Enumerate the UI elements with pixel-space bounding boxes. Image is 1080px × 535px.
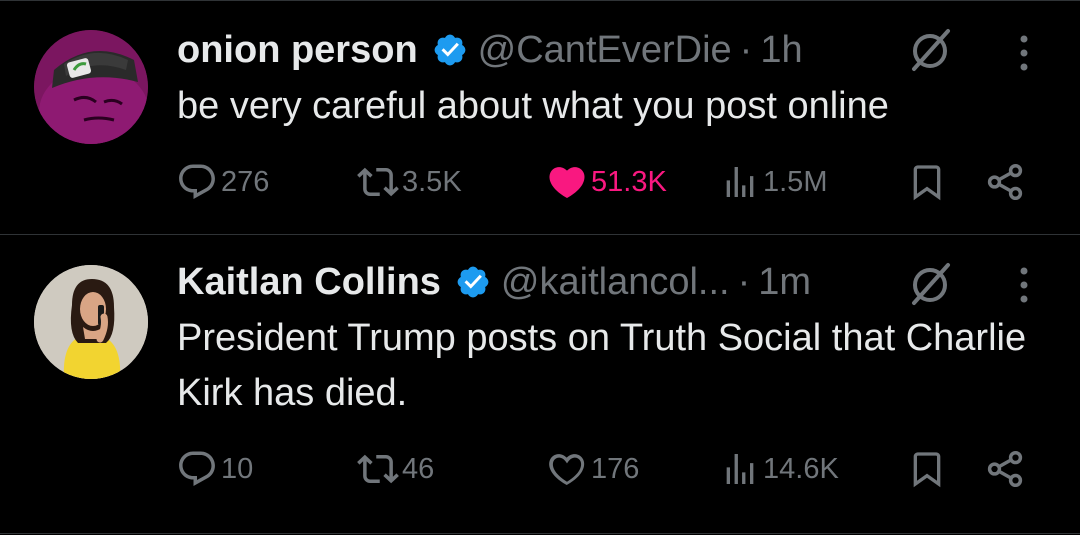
views-button[interactable]: 1.5M [720,157,827,207]
like-button[interactable]: 51.3K [546,157,667,207]
share-icon [987,163,1023,201]
author-name[interactable]: Kaitlan Collins [177,261,441,304]
like-count: 51.3K [591,165,667,198]
reply-count: 10 [221,452,254,485]
reply-icon [179,164,215,199]
bookmark-icon [913,452,941,488]
retweet-count: 3.5K [402,165,462,198]
share-button[interactable] [984,157,1026,207]
verified-badge-icon [457,266,489,298]
bookmark-icon [913,165,941,201]
avatar[interactable] [34,265,148,379]
like-button[interactable]: 176 [546,444,639,494]
bookmark-button[interactable] [907,157,947,207]
separator-dot: · [737,260,751,303]
views-button[interactable]: 14.6K [720,444,839,494]
avatar[interactable] [34,30,148,144]
author-handle[interactable]: @kaitlancol... [501,261,730,304]
grok-icon[interactable] [903,257,957,311]
more-icon[interactable] [1017,265,1031,305]
views-count: 1.5M [763,165,828,198]
tweet-header: onion person @CantEverDie · 1h [177,25,803,75]
timestamp[interactable]: 1h [760,29,802,72]
tweet-item[interactable]: onion person @CantEverDie · 1h be very c… [0,0,1080,235]
verified-badge-icon [434,34,466,66]
retweet-icon [357,167,399,197]
like-count: 176 [591,452,640,485]
timestamp[interactable]: 1m [758,261,811,304]
action-bar: 10 46 176 14.6K [0,444,1080,494]
grok-icon[interactable] [903,23,957,77]
share-icon [987,450,1023,488]
views-icon [726,167,754,197]
heart-icon [549,167,585,199]
retweet-button[interactable]: 46 [357,444,434,494]
retweet-button[interactable]: 3.5K [357,157,462,207]
retweet-icon [357,454,399,484]
tweet-text: be very careful about what you post onli… [177,85,889,127]
author-handle[interactable]: @CantEverDie [478,29,732,72]
share-button[interactable] [984,444,1026,494]
separator-dot: · [739,28,753,71]
reply-count: 276 [221,165,270,198]
tweet-item[interactable]: Kaitlan Collins @kaitlancol... · 1m Pres… [0,235,1080,534]
views-icon [726,454,754,484]
tweet-header: Kaitlan Collins @kaitlancol... · 1m [177,257,811,307]
reply-button[interactable]: 276 [176,157,269,207]
retweet-count: 46 [402,452,435,485]
bookmark-button[interactable] [907,444,947,494]
more-icon[interactable] [1017,33,1031,73]
reply-button[interactable]: 10 [176,444,253,494]
heart-icon [549,454,585,486]
action-bar: 276 3.5K 51.3K 1.5M [0,157,1080,207]
author-name[interactable]: onion person [177,29,418,72]
tweet-text: President Trump posts on Truth Social th… [177,317,1027,414]
views-count: 14.6K [763,452,839,485]
reply-icon [179,451,215,486]
